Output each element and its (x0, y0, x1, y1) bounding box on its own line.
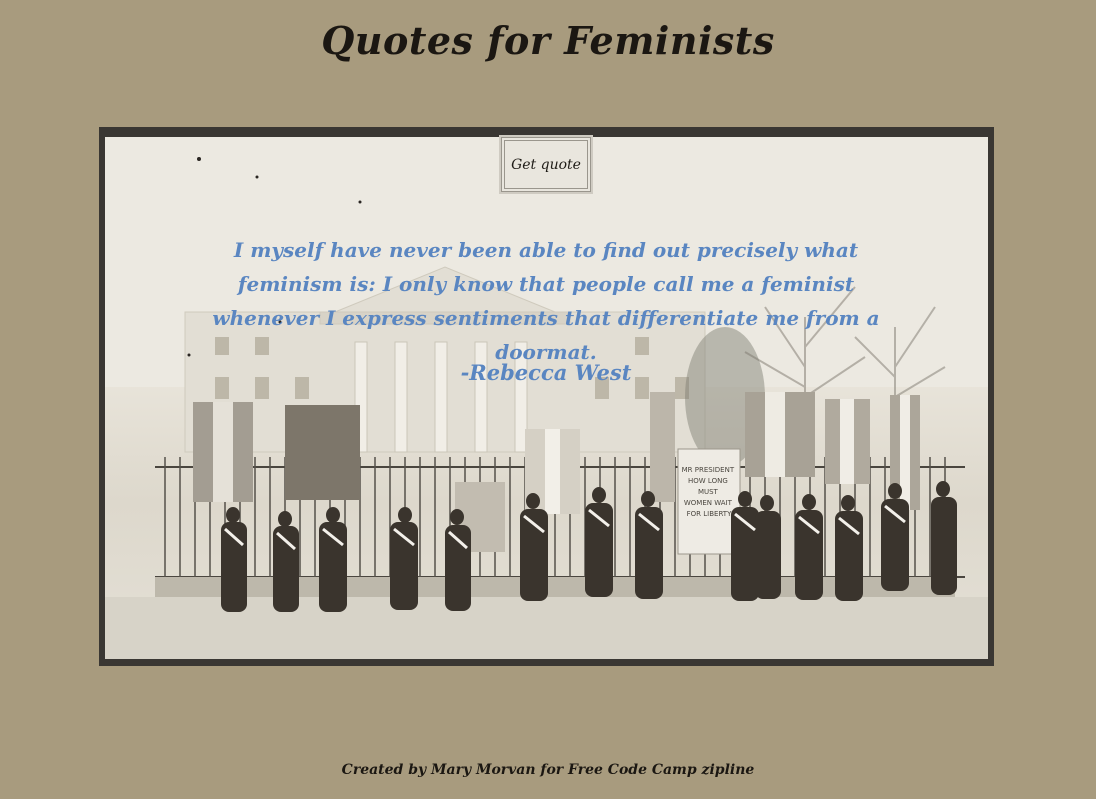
quote-author: -Rebecca West (460, 360, 632, 385)
photo-paper: MR PRESIDENT HOW LONG MUST WOMEN WAIT FO… (105, 137, 988, 659)
quote-text: I myself have never been able to find ou… (212, 238, 880, 364)
protesters (221, 481, 957, 612)
white-house-protest-scene: MR PRESIDENT HOW LONG MUST WOMEN WAIT FO… (105, 137, 988, 659)
suffragist-photograph: MR PRESIDENT HOW LONG MUST WOMEN WAIT FO… (99, 127, 994, 666)
get-quote-button[interactable]: Get quote (499, 135, 593, 194)
footer-credit: Created by Mary Morvan for Free Code Cam… (341, 762, 755, 778)
page-title: Quotes for Feminists (321, 18, 775, 63)
